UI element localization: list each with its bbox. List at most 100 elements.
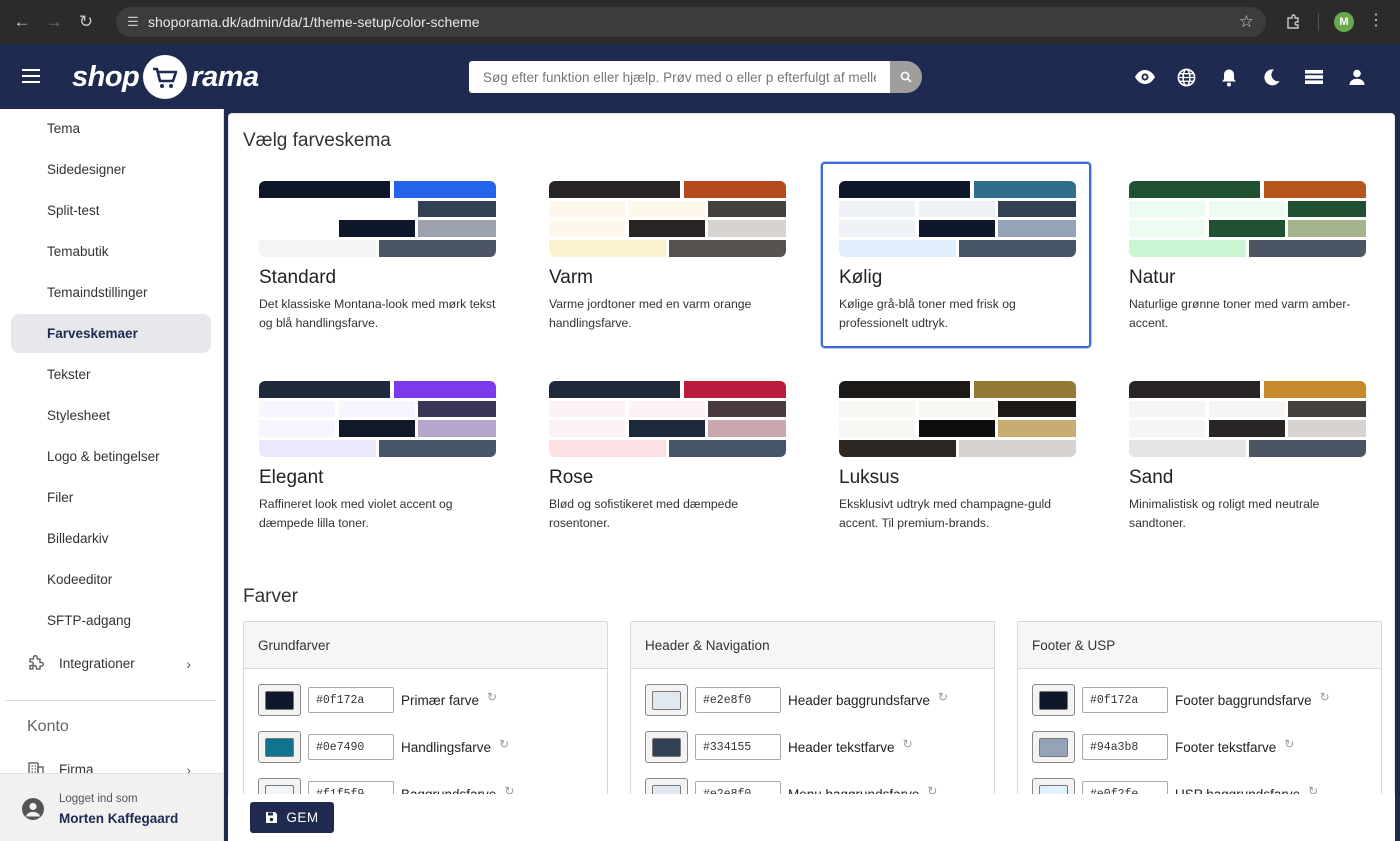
preview-swatch	[379, 240, 496, 257]
scheme-card-1[interactable]: Standard Det klassiske Montana-look med m…	[243, 164, 513, 350]
scheme-card-7[interactable]: Luksus Eksklusivt udtryk med champagne-gu…	[823, 364, 1093, 550]
shoporama-logo[interactable]: shop rama	[72, 54, 259, 100]
scheme-description: Kølige grå-blå toner med frisk og profes…	[839, 297, 1016, 330]
reload-icon[interactable]: ↻	[70, 6, 102, 38]
color-picker-button[interactable]	[258, 731, 301, 763]
preview-swatch	[708, 220, 786, 237]
preview-eye-icon[interactable]	[1134, 66, 1156, 88]
preview-swatch	[339, 201, 415, 217]
site-settings-icon[interactable]: ☰	[118, 14, 148, 30]
sidebar-item-filer[interactable]: Filer	[11, 478, 211, 517]
hamburger-menu-icon[interactable]	[22, 69, 40, 87]
user-account-icon[interactable]	[1346, 66, 1368, 88]
color-setting-row: Footer tekstfarve ↻	[1032, 730, 1294, 764]
scheme-name: Luksus	[839, 467, 900, 488]
preview-swatch	[684, 381, 786, 398]
preview-swatch	[549, 220, 625, 237]
sidebar-item-tema[interactable]: Tema	[11, 109, 211, 148]
preview-swatch	[919, 420, 995, 437]
color-picker-button[interactable]	[645, 684, 688, 716]
browser-toolbar: ← → ↻ ☰ shoporama.dk/admin/da/1/theme-se…	[0, 0, 1400, 44]
back-icon[interactable]: ←	[6, 6, 38, 38]
preview-swatch	[418, 220, 496, 237]
sidebar-item-logo-betingelser[interactable]: Logo & betingelser	[11, 437, 211, 476]
scheme-card-3[interactable]: Kølig Kølige grå-blå toner med frisk og p…	[821, 162, 1091, 348]
hex-input[interactable]	[695, 687, 781, 713]
forward-icon[interactable]: →	[38, 6, 70, 38]
color-picker-button[interactable]	[645, 731, 688, 763]
save-button[interactable]: GEM	[250, 802, 334, 833]
scheme-description: Det klassiske Montana-look med mørk teks…	[259, 297, 496, 330]
sidebar-item-stylesheet[interactable]: Stylesheet	[11, 396, 211, 435]
search-input[interactable]	[469, 61, 890, 93]
scheme-preview	[259, 381, 496, 457]
color-picker-button[interactable]	[1032, 684, 1075, 716]
hex-input[interactable]	[308, 734, 394, 760]
preview-swatch	[1129, 401, 1205, 417]
color-setting-row: Header tekstfarve ↻	[645, 730, 913, 764]
url-text[interactable]: shoporama.dk/admin/da/1/theme-setup/colo…	[148, 14, 480, 30]
sidebar-item-label: Farveskemaer	[47, 326, 138, 341]
reset-color-icon[interactable]: ↻	[499, 737, 509, 751]
sidebar-item-label: Tekster	[47, 367, 91, 382]
extensions-icon[interactable]	[1280, 9, 1306, 35]
scheme-card-5[interactable]: Elegant Raffineret look med violet accent…	[243, 364, 513, 550]
sidebar-item-billedarkiv[interactable]: Billedarkiv	[11, 519, 211, 558]
scheme-name: Sand	[1129, 467, 1174, 488]
browser-menu-icon[interactable]: ⋮	[1368, 10, 1384, 30]
dark-mode-moon-icon[interactable]	[1261, 66, 1283, 88]
preview-swatch	[1209, 220, 1285, 237]
sidebar-item-farveskemaer[interactable]: Farveskemaer	[11, 314, 211, 353]
preview-swatch	[1129, 201, 1205, 217]
sidebar-item-split-test[interactable]: Split-test	[11, 191, 211, 230]
scheme-card-2[interactable]: Varm Varme jordtoner med en varm orange h…	[533, 164, 803, 350]
stores-list-icon[interactable]	[1303, 66, 1325, 88]
scheme-description: Raffineret look med violet accent og dæm…	[259, 497, 453, 530]
logo-cart-icon	[143, 55, 188, 99]
sidebar-item-label: Sidedesigner	[47, 162, 126, 177]
search-button[interactable]	[890, 61, 922, 93]
sidebar-item-temaindstillinger[interactable]: Temaindstillinger	[11, 273, 211, 312]
search-bar	[469, 61, 922, 93]
preview-swatch	[839, 420, 915, 437]
sidebar-item-temabutik[interactable]: Temabutik	[11, 232, 211, 271]
hex-input[interactable]	[1082, 734, 1168, 760]
reset-color-icon[interactable]: ↻	[903, 737, 913, 751]
preview-swatch	[919, 401, 995, 417]
preview-swatch	[394, 381, 496, 398]
scheme-name: Rose	[549, 467, 594, 488]
hex-input[interactable]	[1082, 687, 1168, 713]
reset-color-icon[interactable]: ↻	[1284, 737, 1294, 751]
preview-swatch	[1209, 201, 1285, 217]
sidebar-divider	[5, 700, 216, 701]
sidebar-item-sftp-adgang[interactable]: SFTP-adgang	[11, 601, 211, 640]
sidebar-item-label: Kodeeditor	[47, 572, 113, 587]
reset-color-icon[interactable]: ↻	[938, 690, 948, 704]
color-picker-button[interactable]	[258, 684, 301, 716]
preview-swatch	[998, 420, 1076, 437]
sidebar-item-integrationer[interactable]: Integrationer ›	[11, 644, 211, 683]
preview-swatch	[1288, 420, 1366, 437]
hex-input[interactable]	[308, 687, 394, 713]
profile-avatar[interactable]: M	[1334, 12, 1354, 32]
sidebar-item-sidedesigner[interactable]: Sidedesigner	[11, 150, 211, 189]
address-bar[interactable]: ☰ shoporama.dk/admin/da/1/theme-setup/co…	[116, 7, 1266, 37]
sidebar-item-tekster[interactable]: Tekster	[11, 355, 211, 394]
hex-input[interactable]	[695, 734, 781, 760]
sidebar-item-kodeeditor[interactable]: Kodeeditor	[11, 560, 211, 599]
scheme-card-8[interactable]: Sand Minimalistisk og roligt med neutrale…	[1113, 364, 1383, 550]
color-label: Header tekstfarve	[788, 739, 895, 755]
globe-icon[interactable]	[1175, 66, 1197, 88]
preview-swatch	[1129, 420, 1205, 437]
notifications-bell-icon[interactable]	[1218, 66, 1240, 88]
reset-color-icon[interactable]: ↻	[1320, 690, 1330, 704]
preview-swatch	[549, 420, 625, 437]
bookmark-star-icon[interactable]: ☆	[1239, 12, 1254, 32]
scheme-card-4[interactable]: Natur Naturlige grønne toner med varm amb…	[1113, 164, 1383, 350]
reset-color-icon[interactable]: ↻	[487, 690, 497, 704]
sidebar-item-label: Tema	[47, 121, 81, 136]
scheme-card-6[interactable]: Rose Blød og sofistikeret med dæmpede ros…	[533, 364, 803, 550]
color-picker-button[interactable]	[1032, 731, 1075, 763]
preview-swatch	[1288, 201, 1366, 217]
preview-swatch	[839, 440, 956, 457]
